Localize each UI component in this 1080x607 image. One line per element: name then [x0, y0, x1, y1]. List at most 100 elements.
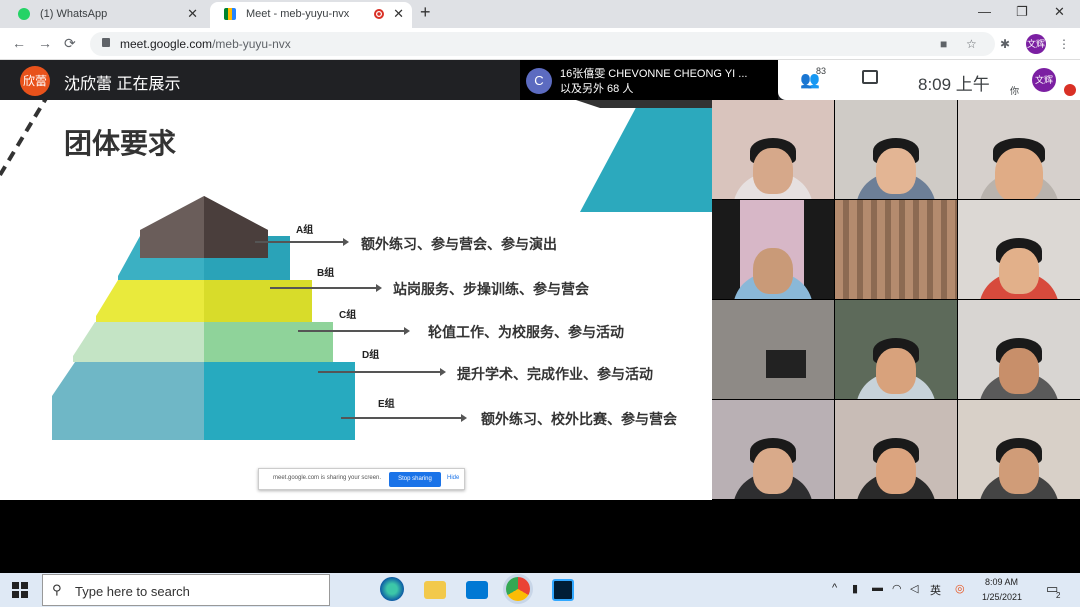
meeting-clock: 8:09 上午: [918, 75, 990, 94]
tab-title: (1) WhatsApp: [40, 8, 108, 20]
minimize-button[interactable]: —: [978, 4, 991, 19]
participant-video-tile[interactable]: [958, 300, 1080, 399]
tier-label-e: E组: [378, 399, 395, 410]
app-tray-icon[interactable]: ◎: [955, 582, 965, 595]
close-tab-icon[interactable]: ✕: [187, 2, 198, 26]
presenter-avatar: 欣蕾: [20, 66, 50, 96]
slide-title: 团体要求: [64, 128, 177, 159]
camera-icon[interactable]: ■: [940, 37, 947, 51]
pyramid-tier-d-front: [204, 322, 333, 362]
self-avatar[interactable]: 文辉: [1032, 68, 1056, 92]
people-count: 83: [816, 66, 827, 76]
tier-arrow: [298, 330, 404, 332]
share-message: meet.google.com is sharing your screen.: [273, 475, 382, 481]
tier-desc-a: 额外练习、参与营会、参与演出: [361, 236, 557, 252]
ime-icon[interactable]: 英: [930, 582, 941, 598]
participant-video-tile[interactable]: [712, 100, 834, 199]
taskbar-search-box[interactable]: ⚲ Type here to search: [42, 574, 330, 606]
participant-video-tile[interactable]: [835, 300, 957, 399]
browser-tab-strip: (1) WhatsApp ✕ Meet - meb-yuyu-nvx ✕ + —…: [0, 0, 1080, 28]
url-text: meet.google.com/meb-yuyu-nvx: [120, 37, 291, 51]
tier-label-c: C组: [339, 310, 357, 321]
participant-video-tile[interactable]: [958, 200, 1080, 299]
tier-label-b: B组: [317, 268, 335, 279]
stop-sharing-button[interactable]: Stop sharing: [389, 472, 441, 487]
screen: (1) WhatsApp ✕ Meet - meb-yuyu-nvx ✕ + —…: [0, 0, 1080, 607]
file-explorer-icon[interactable]: [424, 581, 446, 599]
photoshop-icon[interactable]: [552, 579, 574, 601]
edge-icon[interactable]: [380, 577, 404, 601]
tier-desc-d: 提升学术、完成作业、参与活动: [457, 366, 653, 382]
tray-chevron-icon[interactable]: ^: [832, 582, 837, 594]
bookmark-star-icon[interactable]: ☆: [966, 37, 977, 51]
tab-title: Meet - meb-yuyu-nvx: [246, 8, 350, 20]
menu-icon[interactable]: ⋮: [1058, 37, 1070, 51]
pyramid-tier-a-front: [204, 196, 268, 258]
windows-start-icon[interactable]: [12, 582, 28, 598]
new-tab-button[interactable]: +: [420, 2, 431, 23]
participant-video-tile[interactable]: [835, 200, 957, 299]
tier-arrow: [341, 417, 461, 419]
decorative-dark-shape: [576, 100, 712, 108]
browser-toolbar: ← → ⟳ meet.google.com/meb-yuyu-nvx ■ ☆ ✱…: [0, 28, 1080, 60]
tier-arrow-head: [404, 327, 410, 335]
tier-arrow-head: [461, 414, 467, 422]
hide-link[interactable]: Hide: [447, 475, 459, 481]
tier-arrow: [255, 241, 343, 243]
decorative-dashes: [0, 100, 48, 177]
participant-video-tile[interactable]: [712, 400, 834, 499]
reload-button[interactable]: ⟳: [64, 35, 76, 52]
participant-popup[interactable]: C 16张僖雯 CHEVONNE CHEONG YI ... 以及另外 68 人: [520, 60, 778, 100]
decorative-teal-shape: [580, 100, 712, 212]
participant-avatar: C: [526, 68, 552, 94]
tier-arrow: [318, 371, 440, 373]
volume-icon[interactable]: ◁: [910, 582, 918, 595]
participant-video-tile[interactable]: [958, 400, 1080, 499]
back-button[interactable]: ←: [12, 35, 26, 51]
mail-icon[interactable]: [466, 581, 488, 599]
battery-icon[interactable]: ▬: [872, 582, 883, 594]
mic-muted-icon: [1064, 84, 1076, 96]
address-bar[interactable]: meet.google.com/meb-yuyu-nvx: [90, 32, 995, 56]
participant-video-tile[interactable]: [835, 400, 957, 499]
lock-icon: [102, 38, 110, 47]
whatsapp-icon: [18, 8, 30, 20]
task-view-icon[interactable]: [336, 577, 366, 603]
tier-arrow-head: [440, 368, 446, 376]
google-meet-icon: [224, 8, 236, 20]
participant-video-tile[interactable]: [958, 100, 1080, 199]
notification-count: 2: [1056, 591, 1061, 600]
participant-video-grid: [712, 100, 1080, 500]
profile-avatar[interactable]: 文辉: [1026, 34, 1046, 54]
windows-taskbar: ⚲ Type here to search ^ ▮ ▬ ◠ ◁ 英 ◎ 8:09…: [0, 573, 1080, 607]
meet-controls: 👥 83 8:09 上午 文辉 你: [778, 60, 1080, 100]
participant-video-tile[interactable]: [712, 300, 834, 399]
search-icon: ⚲: [52, 582, 62, 597]
tab-google-meet[interactable]: Meet - meb-yuyu-nvx ✕: [210, 2, 412, 28]
tab-whatsapp[interactable]: (1) WhatsApp ✕: [4, 2, 206, 28]
wifi-icon[interactable]: ◠: [892, 582, 902, 595]
tier-arrow-head: [343, 238, 349, 246]
tier-arrow-head: [376, 284, 382, 292]
screen-share-bar: meet.google.com is sharing your screen. …: [258, 468, 465, 490]
participant-name: 16张僖雯 CHEVONNE CHEONG YI ...: [560, 68, 748, 80]
participant-video-tile[interactable]: [835, 100, 957, 199]
extensions-icon[interactable]: ✱: [1000, 37, 1010, 51]
forward-button[interactable]: →: [38, 35, 52, 51]
tier-desc-c: 轮值工作、为校服务、参与活动: [428, 324, 624, 340]
chrome-icon[interactable]: [506, 577, 530, 601]
chat-icon[interactable]: [862, 70, 878, 84]
meet-bottom-area: [0, 500, 1080, 573]
tier-label-d: D组: [362, 350, 380, 361]
taskbar-time[interactable]: 8:09 AM: [985, 577, 1018, 587]
close-window-button[interactable]: ✕: [1054, 4, 1065, 20]
meet-top-bar: 欣蕾 沈欣蕾 正在展示 C 16张僖雯 CHEVONNE CHEONG YI .…: [0, 60, 1080, 100]
participant-video-tile[interactable]: [712, 200, 834, 299]
tier-arrow: [270, 287, 376, 289]
self-label: 你: [1010, 86, 1020, 96]
tier-desc-b: 站岗服务、步操训练、参与营会: [393, 281, 589, 297]
microphone-icon[interactable]: ▮: [852, 582, 858, 595]
close-tab-icon[interactable]: ✕: [393, 2, 404, 26]
maximize-button[interactable]: ❐: [1016, 4, 1028, 20]
taskbar-date[interactable]: 1/25/2021: [982, 592, 1022, 602]
